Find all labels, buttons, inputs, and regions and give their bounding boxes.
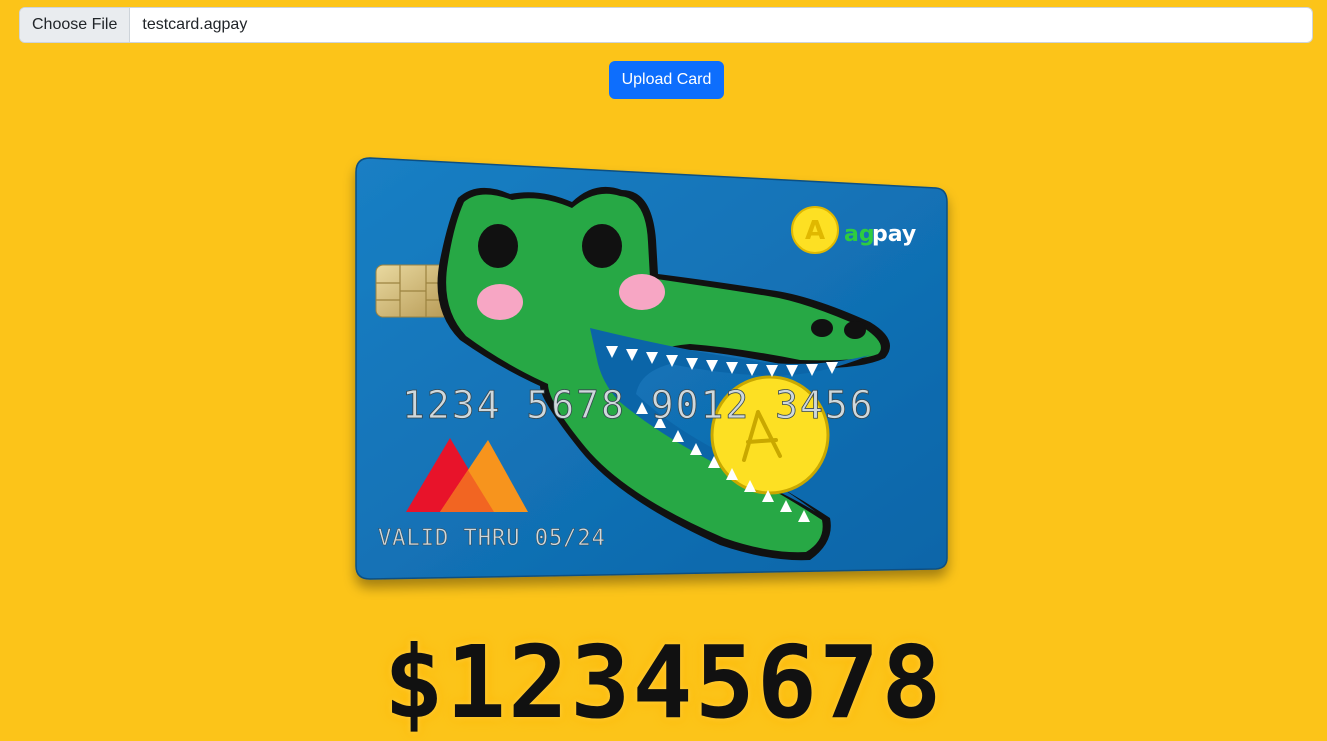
brand-suffix: pay (872, 222, 916, 247)
upload-card-button[interactable]: Upload Card (609, 61, 724, 99)
logo-letter: A (805, 216, 825, 246)
file-input[interactable]: Choose File testcard.agpay (19, 7, 1313, 43)
card-number: 1234 5678 9012 3456 (402, 383, 875, 427)
valid-thru: VALID THRU 05/24 (378, 526, 606, 551)
choose-file-button[interactable]: Choose File (20, 8, 131, 42)
brand-prefix: ag (844, 222, 875, 247)
card-image: A ag pay 1234 5678 9012 3456 VALID THRU … (355, 157, 948, 580)
selected-file-name: testcard.agpay (142, 16, 248, 33)
card-preview: A ag pay 1234 5678 9012 3456 VALID THRU … (340, 150, 960, 600)
balance-amount: $12345678 (383, 624, 944, 741)
